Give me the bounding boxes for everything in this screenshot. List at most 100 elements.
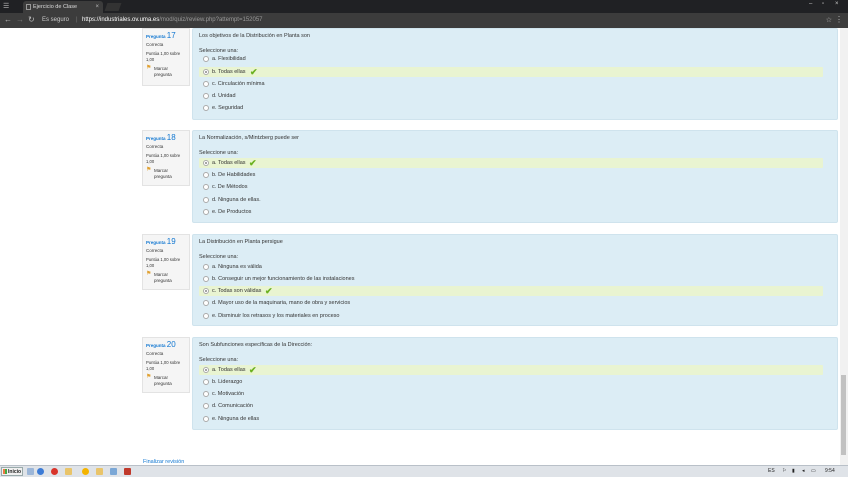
question-state: Correcta <box>146 248 164 253</box>
answer-option[interactable]: d. Mayor uso de la maquinaria, mano de o… <box>199 298 823 308</box>
option-label: c. De Métodos <box>212 184 248 190</box>
answer-option[interactable]: e. Seguridad <box>199 103 823 113</box>
option-label: e. De Productos <box>212 209 252 215</box>
answer-option-correct[interactable]: b. Todas ellas ✔ <box>199 67 823 77</box>
answer-option[interactable]: e. Disminuir los retrasos y los material… <box>199 311 823 321</box>
question-grade: Puntúa 1,00 sobre 1,00 <box>146 153 181 164</box>
question-info: Pregunta 19 Correcta Puntúa 1,00 sobre 1… <box>142 234 190 290</box>
answer-option-correct[interactable]: a. Todas ellas ✔ <box>199 158 823 168</box>
reload-icon[interactable]: ↻ <box>28 15 35 25</box>
radio-button[interactable] <box>203 93 209 99</box>
battery-icon[interactable]: ▭ <box>811 468 816 474</box>
answer-option[interactable]: d. Unidad <box>199 91 823 101</box>
browser-menu-icon[interactable]: ☰ <box>3 2 9 10</box>
address-bar[interactable]: Es seguro | https://industriales.ov.uma.… <box>40 15 836 26</box>
app-icon[interactable] <box>110 468 117 475</box>
app-red-icon[interactable] <box>124 468 131 475</box>
radio-button[interactable] <box>203 172 209 178</box>
question-state: Correcta <box>146 351 164 356</box>
option-label: a. Todas ellas <box>212 160 246 166</box>
url-path: /mod/quiz/review.php?attempt=152057 <box>159 17 263 23</box>
flag-icon: ⚑ <box>146 271 152 277</box>
question-number: Pregunta 20 <box>146 340 176 349</box>
flag-question-link[interactable]: ⚑ Marcar pregunta <box>146 167 186 179</box>
correct-check-icon: ✔ <box>249 158 257 168</box>
answer-option[interactable]: a. Ninguna es válida <box>199 262 823 272</box>
question-box: Los objetivos de la Distribución en Plan… <box>192 28 838 120</box>
radio-button[interactable] <box>203 416 209 422</box>
answer-option[interactable]: e. De Productos <box>199 207 823 217</box>
radio-button[interactable] <box>203 313 209 319</box>
answer-option[interactable]: a. Flexibilidad <box>199 54 823 64</box>
explorer-icon[interactable] <box>96 468 103 475</box>
radio-button[interactable] <box>203 81 209 87</box>
maximize-icon[interactable]: ▫ <box>822 1 824 7</box>
media-player-icon[interactable] <box>51 468 58 475</box>
answer-option[interactable]: c. Circulación mínima <box>199 79 823 89</box>
start-button[interactable]: Inicio <box>1 467 23 476</box>
minimize-icon[interactable]: – <box>809 1 812 7</box>
option-label: d. Comunicación <box>212 403 253 409</box>
flag-icon: ⚑ <box>146 65 152 71</box>
bookmark-star-icon[interactable]: ☆ <box>826 16 832 24</box>
radio-button[interactable] <box>203 197 209 203</box>
back-icon[interactable]: ← <box>4 15 12 25</box>
url-text: https://industriales.ov.uma.es/mod/quiz/… <box>82 15 263 26</box>
question-info: Pregunta 17 Correcta Puntúa 1,00 sobre 1… <box>142 28 190 86</box>
radio-button[interactable] <box>203 391 209 397</box>
option-label: d. Ninguna de ellas. <box>212 197 261 203</box>
folder-icon[interactable] <box>65 468 72 475</box>
radio-button[interactable] <box>203 209 209 215</box>
network-icon[interactable]: ▮ <box>792 468 795 474</box>
radio-button[interactable] <box>203 300 209 306</box>
ie-icon[interactable] <box>37 468 44 475</box>
option-label: a. Flexibilidad <box>212 56 246 62</box>
forward-icon[interactable]: → <box>16 15 24 25</box>
radio-button-selected[interactable] <box>203 288 209 294</box>
radio-button[interactable] <box>203 184 209 190</box>
correct-check-icon: ✔ <box>249 365 257 375</box>
answer-option[interactable]: e. Ninguna de ellas <box>199 414 823 424</box>
radio-button-selected[interactable] <box>203 367 209 373</box>
radio-button[interactable] <box>203 276 209 282</box>
answer-option[interactable]: c. Motivación <box>199 389 823 399</box>
question-text: La Normalización, s/Mintzberg puede ser <box>199 135 299 141</box>
answer-option[interactable]: c. De Métodos <box>199 182 823 192</box>
browser-titlebar: ☰ Ejercicio de Clase × – ▫ × <box>0 0 848 13</box>
question-info: Pregunta 18 Correcta Puntúa 1,00 sobre 1… <box>142 130 190 186</box>
radio-button[interactable] <box>203 379 209 385</box>
option-label: e. Ninguna de ellas <box>212 416 260 422</box>
radio-button[interactable] <box>203 403 209 409</box>
flag-question-link[interactable]: ⚑ Marcar pregunta <box>146 374 186 386</box>
windows-logo-icon <box>3 469 7 474</box>
radio-button-selected[interactable] <box>203 69 209 75</box>
volume-icon[interactable]: ◂ <box>802 468 805 474</box>
browser-more-icon[interactable]: ⋮ <box>835 15 843 24</box>
flag-question-link[interactable]: ⚑ Marcar pregunta <box>146 271 186 283</box>
radio-button[interactable] <box>203 105 209 111</box>
answer-option[interactable]: b. Liderazgo <box>199 377 823 387</box>
show-desktop-icon[interactable] <box>27 468 34 475</box>
radio-button-selected[interactable] <box>203 160 209 166</box>
answer-option[interactable]: b. De Habilidades <box>199 170 823 180</box>
question-box: La Distribución en Planta persigue Selec… <box>192 234 838 326</box>
radio-button[interactable] <box>203 264 209 270</box>
new-tab-button[interactable] <box>104 3 122 11</box>
scrollbar-thumb[interactable] <box>841 375 846 455</box>
question-text: Son Subfunciones específicas de la Direc… <box>199 342 313 348</box>
answer-option[interactable]: d. Ninguna de ellas. <box>199 195 823 205</box>
language-indicator[interactable]: ES <box>768 468 775 474</box>
flag-question-link[interactable]: ⚑ Marcar pregunta <box>146 65 186 77</box>
answer-option-correct[interactable]: a. Todas ellas ✔ <box>199 365 823 375</box>
chrome-icon[interactable] <box>82 468 89 475</box>
browser-tab[interactable]: Ejercicio de Clase × <box>23 1 103 13</box>
close-window-icon[interactable]: × <box>835 1 839 7</box>
radio-button[interactable] <box>203 56 209 62</box>
answer-option[interactable]: d. Comunicación <box>199 401 823 411</box>
tab-close-icon[interactable]: × <box>95 1 99 13</box>
flag-tray-icon[interactable]: ⚐ <box>782 468 786 474</box>
answer-option-correct[interactable]: c. Todas son válidas ✔ <box>199 286 823 296</box>
question-prompt: Seleccione una: <box>199 357 239 363</box>
question-number: Pregunta 18 <box>146 133 176 142</box>
answer-option[interactable]: b. Conseguir un mejor funcionamiento de … <box>199 274 823 284</box>
